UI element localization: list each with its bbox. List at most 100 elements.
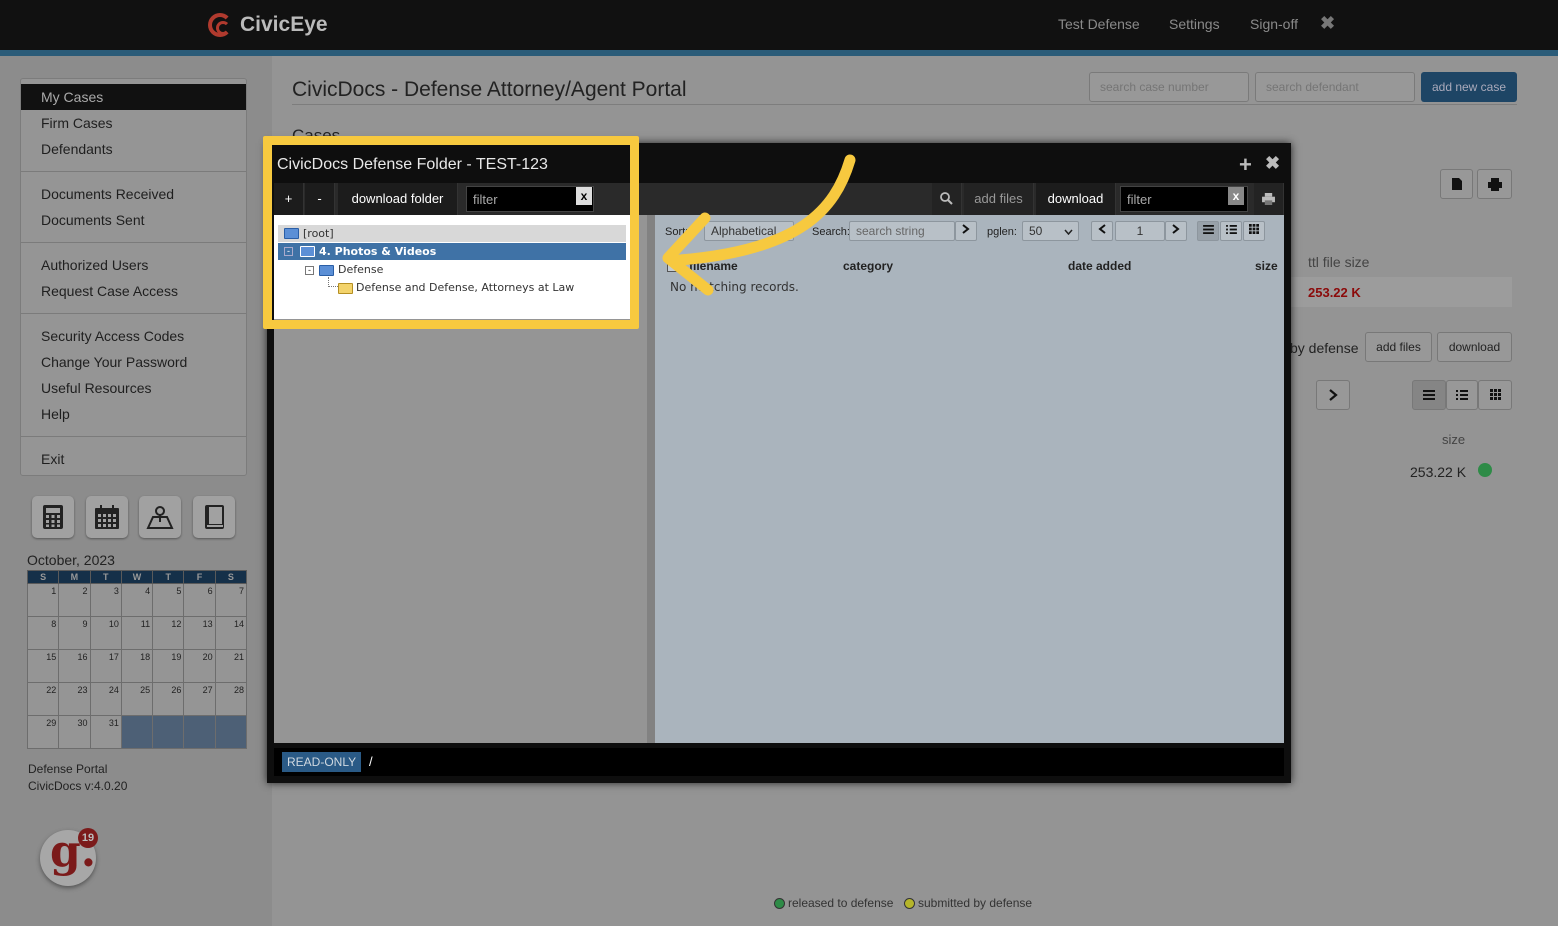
calendar-day[interactable]: 8 [26,616,60,650]
calendar-day[interactable]: 14 [214,616,248,650]
search-defendant-input[interactable] [1255,72,1415,102]
sidebar-item-exit[interactable]: Exit [41,451,64,467]
ttl-file-size-header: ttl file size [1308,254,1370,270]
sidebar-item-documents-sent[interactable]: Documents Sent [41,212,145,228]
sidebar-item-useful-resources[interactable]: Useful Resources [41,380,152,396]
column-date-added[interactable]: date added [1068,259,1131,273]
sidebar-item-help[interactable]: Help [41,406,70,422]
download-button[interactable]: download [1036,183,1116,215]
search-button[interactable] [932,183,962,215]
calendar-day[interactable]: 12 [152,616,185,650]
calendar-day[interactable]: 1 [26,583,60,617]
clear-file-filter-button[interactable]: x [1228,187,1244,205]
calendar-day-empty [120,715,154,749]
close-icon[interactable]: ✖ [1320,13,1335,34]
calendar-day[interactable]: 16 [58,649,91,683]
calendar-day[interactable]: 11 [120,616,154,650]
divider [292,104,1517,105]
calendar-day[interactable]: 27 [183,682,216,716]
map-button[interactable] [139,496,181,538]
calendar-day[interactable]: 26 [152,682,185,716]
calendar-day[interactable]: 7 [214,583,248,617]
calendar-day[interactable]: 23 [58,682,91,716]
calculator-button[interactable] [32,496,74,538]
calendar-day[interactable]: 19 [152,649,185,683]
calendar-day[interactable]: 13 [183,616,216,650]
sidebar-item-change-password[interactable]: Change Your Password [41,354,187,370]
calendar-day[interactable]: 18 [120,649,154,683]
civiceye-logo[interactable]: CivicEye [208,11,328,39]
column-size[interactable]: size [1255,259,1278,273]
chevron-right-icon [1172,224,1180,234]
calendar-day[interactable]: 30 [58,715,91,749]
calendar-day[interactable]: 22 [26,682,60,716]
sidebar-item-firm-cases[interactable]: Firm Cases [41,115,113,131]
expand-icon[interactable]: + [1239,152,1252,178]
topnav-sign-off[interactable]: Sign-off [1250,16,1298,32]
divider [21,436,246,437]
download-button[interactable]: download [1437,332,1512,362]
calendar-day[interactable]: 9 [58,616,91,650]
calendar-day[interactable]: 4 [120,583,154,617]
view-list-button[interactable] [1412,380,1446,410]
document-icon [1451,178,1462,190]
calendar-day[interactable]: 20 [183,649,216,683]
view-detail-button[interactable] [1446,380,1478,410]
mini-calendar: S M T W T F S 1234567 8 9 10 11 12 13 14 15 16 1… [26,570,248,749]
calendar-day[interactable]: 17 [89,649,122,683]
pglen-select[interactable]: 50 [1022,221,1079,241]
calendar-day[interactable]: 2 [58,583,91,617]
prev-page-button[interactable] [1091,221,1113,241]
sidebar-item-my-cases[interactable]: My Cases [21,84,246,110]
calendar-day[interactable]: 3 [89,583,122,617]
dialog-close-icon[interactable]: ✖ [1265,153,1280,174]
next-page-button[interactable] [1316,380,1350,410]
calendar-day[interactable]: 5 [152,583,185,617]
calendar-day[interactable]: 10 [89,616,122,650]
calendar-day[interactable]: 21 [214,649,248,683]
detail-list-icon [1225,225,1237,234]
view-detail-button[interactable] [1220,221,1242,241]
add-new-case-button[interactable]: add new case [1421,72,1517,102]
next-page-button[interactable] [1165,221,1187,241]
calendar-day[interactable]: 15 [26,649,60,683]
add-files-button[interactable]: add files [1365,332,1432,362]
sidebar-item-security-access-codes[interactable]: Security Access Codes [41,328,184,344]
calendar-button[interactable] [86,496,128,538]
view-list-button[interactable] [1197,221,1219,241]
print-button[interactable] [1254,183,1284,215]
sidebar-item-documents-received[interactable]: Documents Received [41,186,174,202]
calendar-day[interactable]: 6 [183,583,216,617]
calendar-day[interactable]: 29 [26,715,60,749]
sidebar-item-defendants[interactable]: Defendants [41,141,113,157]
sidebar-item-request-case-access[interactable]: Request Case Access [41,283,178,299]
topnav-settings[interactable]: Settings [1169,16,1220,32]
calendar-day-header: T [152,570,185,584]
divider [21,171,246,172]
page-number-input[interactable]: 1 [1115,221,1165,241]
document-button[interactable] [1440,169,1473,199]
calendar-day[interactable]: 25 [120,682,154,716]
legend-submitted-label: submitted by defense [918,896,1033,910]
search-go-button[interactable] [955,221,977,241]
topnav-test-defense[interactable]: Test Defense [1058,16,1140,32]
sidebar-item-label: My Cases [41,89,104,105]
add-files-button[interactable]: add files [964,183,1034,215]
view-grid-button[interactable] [1243,221,1265,241]
view-grid-button[interactable] [1478,380,1512,410]
status-bar: READ-ONLY / [274,748,1284,776]
sidebar-item-authorized-users[interactable]: Authorized Users [41,257,148,273]
search-case-number-input[interactable] [1089,72,1249,102]
calendar-day[interactable]: 28 [214,682,248,716]
grid-icon [1489,389,1501,400]
size-header: size [1442,432,1466,447]
notification-badge[interactable]: g. 19 [40,826,98,886]
print-button[interactable] [1477,169,1512,199]
book-button[interactable] [193,496,235,538]
calendar-day-header: T [89,570,122,584]
case-row[interactable]: 253.22 K [1290,277,1512,307]
green-dot-icon [774,897,785,909]
calendar-day[interactable]: 24 [89,682,122,716]
calculator-icon [43,505,63,529]
calendar-day[interactable]: 31 [89,715,122,749]
